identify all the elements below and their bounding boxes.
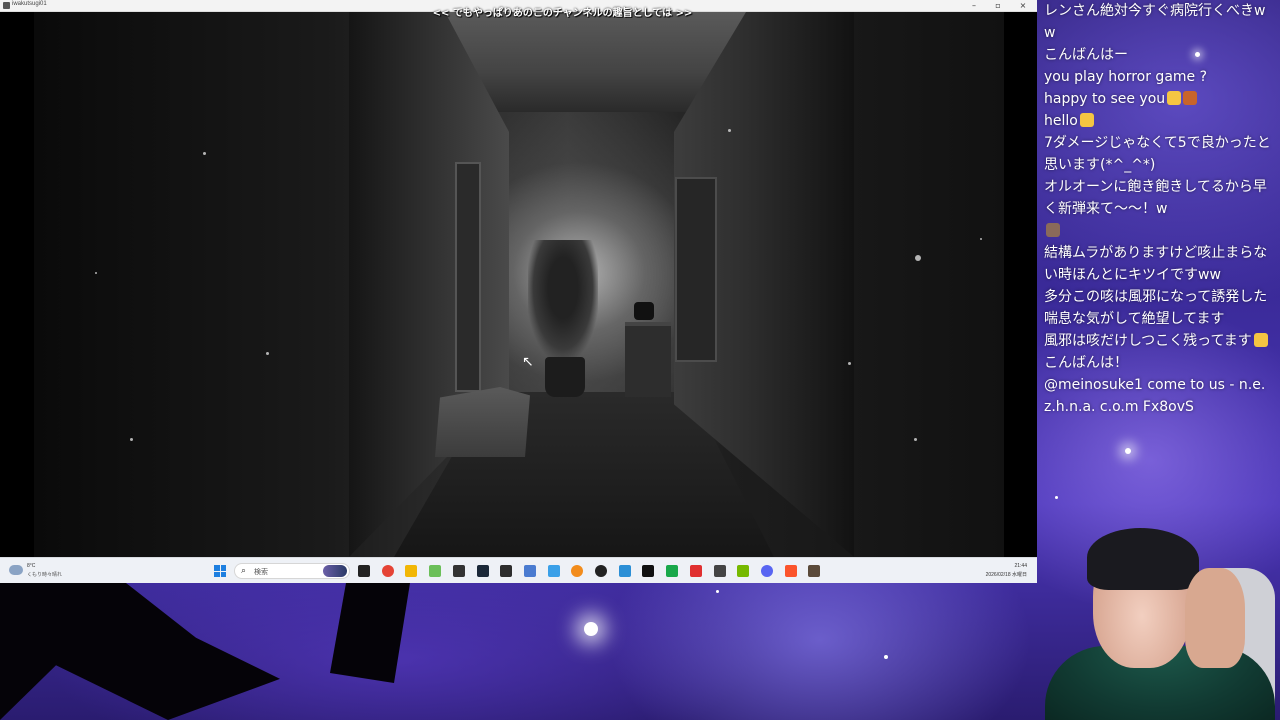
- chat-message-text: 風邪は咳だけしつこく残ってます: [1044, 333, 1252, 349]
- left-door: [455, 162, 481, 392]
- calculator-icon[interactable]: [618, 565, 631, 577]
- plant-pot: [545, 357, 585, 397]
- background-star: [584, 622, 598, 636]
- chat-emoji-icon: [1167, 91, 1182, 105]
- maximize-button[interactable]: ▫: [986, 0, 1010, 12]
- obs-icon[interactable]: [452, 565, 465, 577]
- close-button[interactable]: ×: [1011, 0, 1035, 12]
- right-door: [675, 177, 717, 362]
- chat-message-text: 多分この咳は風邪になって誘発した喘息な気がして絶望してます: [1044, 289, 1268, 327]
- horror-hallway-scene: [34, 12, 1004, 557]
- chat-message: 7ダメージじゃなくて5で良かったと思います(*^_^*): [1044, 132, 1276, 176]
- chat-emoji-icon: [1046, 223, 1060, 237]
- chat-emoji-icon: [1253, 333, 1268, 347]
- chat-message-text: you play horror game ?: [1044, 69, 1208, 85]
- chat-overlay: レンさん絶対今すぐ病院行くべきww こんばんはー you play horror g…: [1037, 0, 1280, 430]
- start-button[interactable]: [214, 565, 226, 577]
- snipping-tool-icon[interactable]: [547, 565, 560, 577]
- terminal-icon[interactable]: [500, 565, 513, 577]
- davinci-icon[interactable]: [713, 565, 726, 577]
- dust-particle: [914, 438, 917, 441]
- chat-message: こんばんはー: [1044, 44, 1276, 66]
- search-icon: ⌕: [241, 566, 247, 576]
- rotary-phone: [634, 302, 654, 320]
- side-table: [625, 322, 671, 397]
- streamer-hand: [1185, 568, 1245, 668]
- windows-taskbar: 8°C くもり時々晴れ ⌕ 検索 21:44 2026/02/18 水曜日: [0, 557, 1037, 583]
- weather-description: くもり時々晴れ: [27, 572, 63, 578]
- capcut-icon[interactable]: [642, 565, 655, 577]
- chat-message: 多分この咳は風邪になって誘発した喘息な気がして絶望してます: [1044, 286, 1276, 330]
- chat-message-text: オルオーンに飽き飽きしてるから早く新弾来て〜〜！w: [1044, 179, 1267, 217]
- minimize-button[interactable]: –: [962, 0, 986, 12]
- chat-message: 風邪は咳だけしつこく残ってます: [1044, 330, 1276, 352]
- chat-message-text: こんばんはー: [1044, 47, 1128, 63]
- app-icon-orange[interactable]: [571, 565, 584, 577]
- chat-message: こんばんは！: [1044, 352, 1276, 374]
- photos-icon[interactable]: [523, 565, 536, 577]
- app-icon: [3, 2, 10, 9]
- chat-message: hello: [1044, 110, 1276, 132]
- dust-particle: [130, 438, 133, 441]
- chat-message: happy to see you: [1044, 88, 1276, 110]
- clock-time[interactable]: 21:44: [1014, 563, 1027, 569]
- game-viewport[interactable]: ↖: [0, 12, 1037, 557]
- mouse-pointer-icon: ↖: [522, 354, 534, 370]
- steam-icon[interactable]: [476, 565, 489, 577]
- chat-message-text: 結構ムラがありますけど咳止まらない時ほんとにキツイですww: [1044, 245, 1268, 283]
- taskbar-search[interactable]: ⌕ 検索: [234, 563, 350, 579]
- dust-particle: [728, 129, 731, 132]
- streamer-hair: [1087, 528, 1199, 590]
- background-star: [1055, 496, 1058, 499]
- chat-message-text: レンさん絶対今すぐ病院行くべきww: [1044, 3, 1266, 41]
- dust-particle: [915, 255, 921, 261]
- dust-particle: [266, 352, 269, 355]
- app-icon-red[interactable]: [689, 565, 702, 577]
- potted-plant: [528, 240, 598, 360]
- game-subtitle: << でもやっぱりあのこのチャンネルの趣旨としては >>: [432, 8, 693, 18]
- clock-date[interactable]: 2026/02/18 水曜日: [986, 571, 1027, 578]
- dust-particle: [980, 238, 982, 240]
- chat-message-text: 7ダメージじゃなくて5で良かったと思います(*^_^*): [1044, 135, 1271, 173]
- cardboard-box: [435, 387, 530, 457]
- file-explorer-icon[interactable]: [405, 565, 418, 577]
- weather-temperature: 8°C: [27, 563, 36, 569]
- chat-emoji-icon: [1079, 113, 1094, 127]
- dust-particle: [95, 272, 97, 274]
- chat-message: レンさん絶対今すぐ病院行くべきww: [1044, 0, 1276, 44]
- game-icon[interactable]: [808, 565, 821, 577]
- chat-emoji-icon: [1183, 91, 1198, 105]
- search-highlight-image: [323, 565, 347, 577]
- discord-icon[interactable]: [760, 565, 773, 577]
- dust-particle: [848, 362, 851, 365]
- background-star: [716, 590, 719, 593]
- chat-message-text: happy to see you: [1044, 91, 1166, 107]
- background-star: [1125, 448, 1131, 454]
- window-title: iwakutsugi01: [12, 1, 47, 7]
- chrome-icon[interactable]: [381, 565, 394, 577]
- streamer-webcam: [1045, 528, 1275, 720]
- chat-message: [1044, 220, 1276, 242]
- brave-icon[interactable]: [784, 565, 797, 577]
- chat-message-text: @meinosuke1 come to us - n.e.z.h.n.a. c.…: [1044, 377, 1266, 415]
- chat-message: 結構ムラがありますけど咳止まらない時ほんとにキツイですww: [1044, 242, 1276, 286]
- search-label: 検索: [254, 568, 268, 576]
- chat-message: you play horror game ?: [1044, 66, 1276, 88]
- chat-message: @meinosuke1 come to us - n.e.z.h.n.a. c.…: [1044, 374, 1276, 418]
- background-star: [884, 655, 888, 659]
- chat-message-text: こんばんは！: [1044, 355, 1128, 371]
- chat-message-text: hello: [1044, 113, 1078, 129]
- app-icon-green[interactable]: [666, 565, 679, 577]
- vim-icon[interactable]: [429, 565, 442, 577]
- dust-particle: [203, 152, 206, 155]
- nvidia-icon[interactable]: [737, 565, 750, 577]
- media-player-icon[interactable]: [595, 565, 607, 577]
- game-window: iwakutsugi01 – ▫ × << でもやっぱりあのこのチャンネルの趣旨…: [0, 0, 1037, 583]
- task-view-icon[interactable]: [358, 565, 370, 577]
- chat-message: オルオーンに飽き飽きしてるから早く新弾来て〜〜！w: [1044, 176, 1276, 220]
- weather-cloud-icon[interactable]: [9, 565, 23, 575]
